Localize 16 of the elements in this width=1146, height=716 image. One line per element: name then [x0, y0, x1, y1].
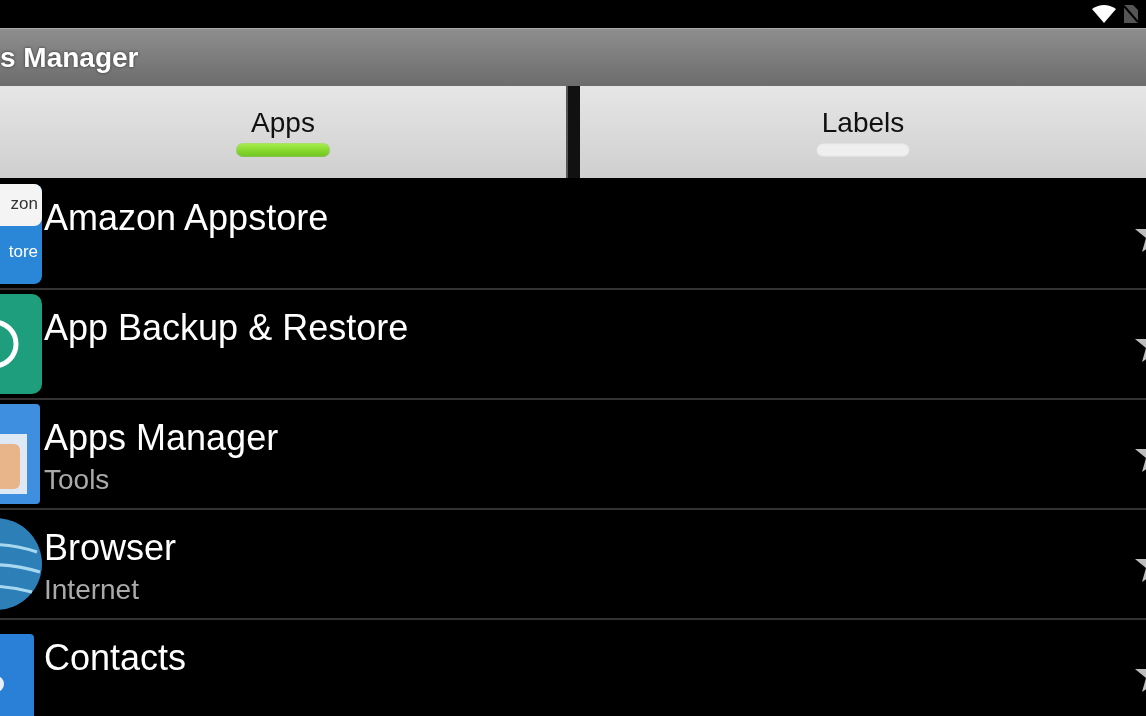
app-name: Contacts: [44, 636, 188, 680]
app-icon: [0, 404, 42, 504]
no-sim-icon: [1124, 5, 1138, 23]
app-icon: [0, 294, 42, 394]
app-name: Apps Manager: [44, 416, 280, 460]
tab[interactable]: Apps: [0, 86, 566, 178]
logo-text: tore: [8, 242, 38, 262]
app-name: App Backup & Restore: [44, 306, 410, 350]
app-name: Amazon Appstore: [44, 196, 330, 240]
app-label: Tools: [44, 463, 111, 497]
tab[interactable]: Labels: [580, 86, 1146, 178]
wifi-icon: [1092, 5, 1116, 23]
window-title: s Manager: [0, 41, 139, 74]
app-name: Browser: [44, 526, 178, 570]
logo-text: zon: [10, 194, 38, 214]
app-label: Internet: [44, 573, 140, 607]
